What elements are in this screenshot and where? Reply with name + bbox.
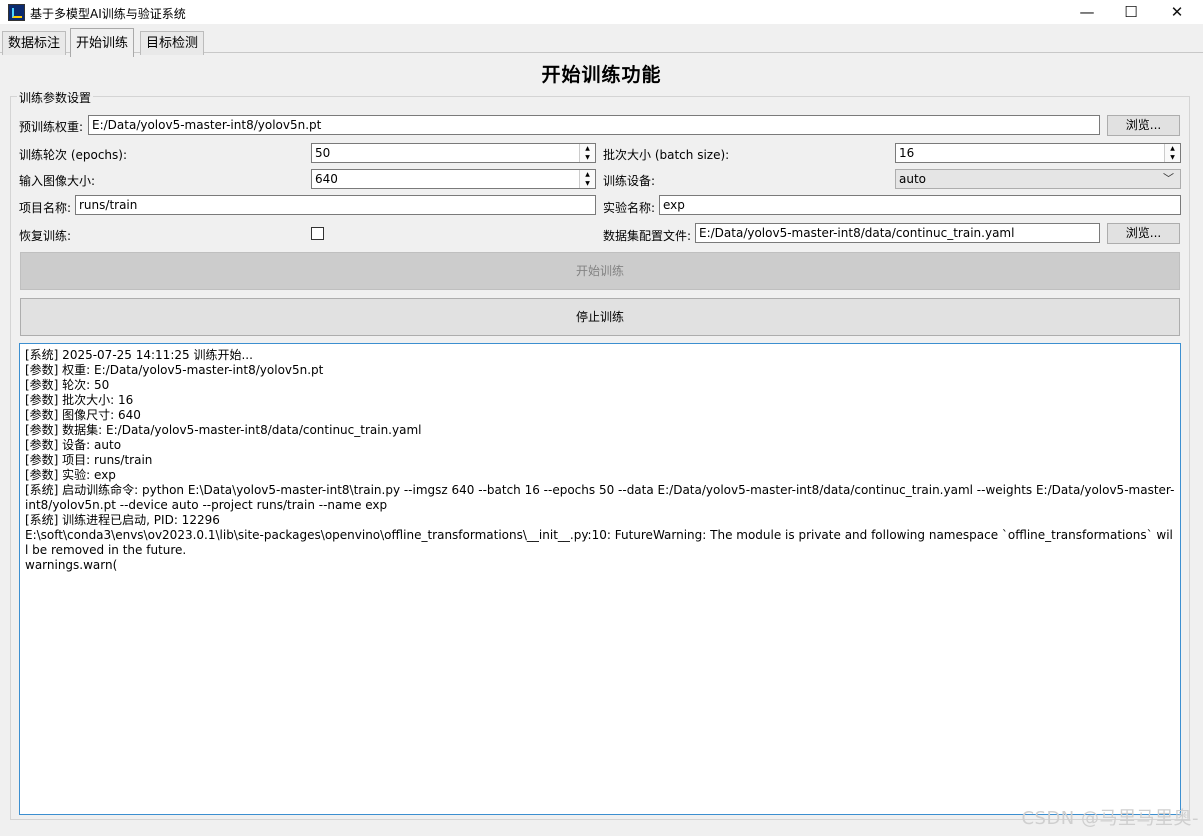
app-logo-icon xyxy=(8,4,25,21)
imgsz-label: 输入图像大小: xyxy=(19,174,96,188)
log-output[interactable]: [系统] 2025-07-25 14:11:25 训练开始... [参数] 权重… xyxy=(19,343,1181,815)
weights-input[interactable]: E:/Data/yolov5-master-int8/yolov5n.pt xyxy=(88,115,1100,135)
tab-data-annotation[interactable]: 数据标注 xyxy=(2,31,67,55)
log-line: [系统] 2025-07-25 14:11:25 训练开始... xyxy=(25,348,253,362)
device-value: auto xyxy=(899,172,927,186)
batch-spinbox[interactable]: 16 ▲ ▼ xyxy=(895,143,1181,163)
epochs-spinbox[interactable]: 50 ▲ ▼ xyxy=(311,143,596,163)
browse-weights-button[interactable]: 浏览... xyxy=(1107,115,1180,136)
batch-label: 批次大小 (batch size): xyxy=(603,148,730,162)
imgsz-spinbox[interactable]: 640 ▲ ▼ xyxy=(311,169,596,189)
exp-name-input[interactable]: exp xyxy=(659,195,1181,215)
chevron-down-icon: ﹀ xyxy=(1163,172,1174,185)
imgsz-stepper-arrows[interactable]: ▲ ▼ xyxy=(579,170,595,188)
tab-object-detection[interactable]: 目标检测 xyxy=(140,31,205,55)
start-training-button[interactable]: 开始训练 xyxy=(20,252,1180,290)
window-title: 基于多模型AI训练与验证系统 xyxy=(30,7,186,21)
dataset-label: 数据集配置文件: xyxy=(603,229,692,243)
weights-label: 预训练权重: xyxy=(19,120,84,134)
epochs-label: 训练轮次 (epochs): xyxy=(19,148,128,162)
log-line: [参数] 实验: exp xyxy=(25,468,116,482)
log-line: warnings.warn( xyxy=(25,558,118,572)
resume-checkbox[interactable] xyxy=(311,227,324,240)
project-input[interactable]: runs/train xyxy=(75,195,596,215)
log-line: [参数] 批次大小: 16 xyxy=(25,393,134,407)
tab-bar: 数据标注 开始训练 目标检测 xyxy=(0,28,1203,57)
maximize-button[interactable]: ☐ xyxy=(1108,0,1154,24)
log-line: [系统] 启动训练命令: python E:\Data\yolov5-maste… xyxy=(25,483,1175,512)
log-line: E:\soft\conda3\envs\ov2023.0.1\lib\site-… xyxy=(25,528,1173,557)
close-button[interactable]: ✕ xyxy=(1154,0,1200,24)
log-line: [参数] 图像尺寸: 640 xyxy=(25,408,141,422)
minimize-button[interactable]: — xyxy=(1064,0,1110,24)
log-line: [参数] 权重: E:/Data/yolov5-master-int8/yolo… xyxy=(25,363,324,377)
imgsz-value: 640 xyxy=(315,172,338,186)
stop-training-button[interactable]: 停止训练 xyxy=(20,298,1180,336)
batch-stepper-arrows[interactable]: ▲ ▼ xyxy=(1164,144,1180,162)
log-line: [参数] 项目: runs/train xyxy=(25,453,153,467)
project-label: 项目名称: xyxy=(19,201,72,215)
log-line: [参数] 数据集: E:/Data/yolov5-master-int8/dat… xyxy=(25,423,422,437)
log-line: [参数] 设备: auto xyxy=(25,438,122,452)
title-bar: 基于多模型AI训练与验证系统 — ☐ ✕ xyxy=(0,0,1203,24)
page-title: 开始训练功能 xyxy=(541,64,662,86)
resume-label: 恢复训练: xyxy=(19,229,72,243)
log-line: [系统] 训练进程已启动, PID: 12296 xyxy=(25,513,220,527)
browse-dataset-button[interactable]: 浏览... xyxy=(1107,223,1180,244)
batch-value: 16 xyxy=(899,146,915,160)
group-title: 训练参数设置 xyxy=(17,89,94,106)
watermark: CSDN @马里马里奥- xyxy=(1021,808,1199,829)
tab-start-training[interactable]: 开始训练 xyxy=(70,28,135,57)
device-select[interactable]: auto ﹀ xyxy=(895,169,1181,189)
dataset-input[interactable]: E:/Data/yolov5-master-int8/data/continuc… xyxy=(695,223,1100,243)
log-line: [参数] 轮次: 50 xyxy=(25,378,110,392)
epochs-value: 50 xyxy=(315,146,331,160)
device-label: 训练设备: xyxy=(603,174,656,188)
exp-name-label: 实验名称: xyxy=(603,201,656,215)
epochs-stepper-arrows[interactable]: ▲ ▼ xyxy=(579,144,595,162)
